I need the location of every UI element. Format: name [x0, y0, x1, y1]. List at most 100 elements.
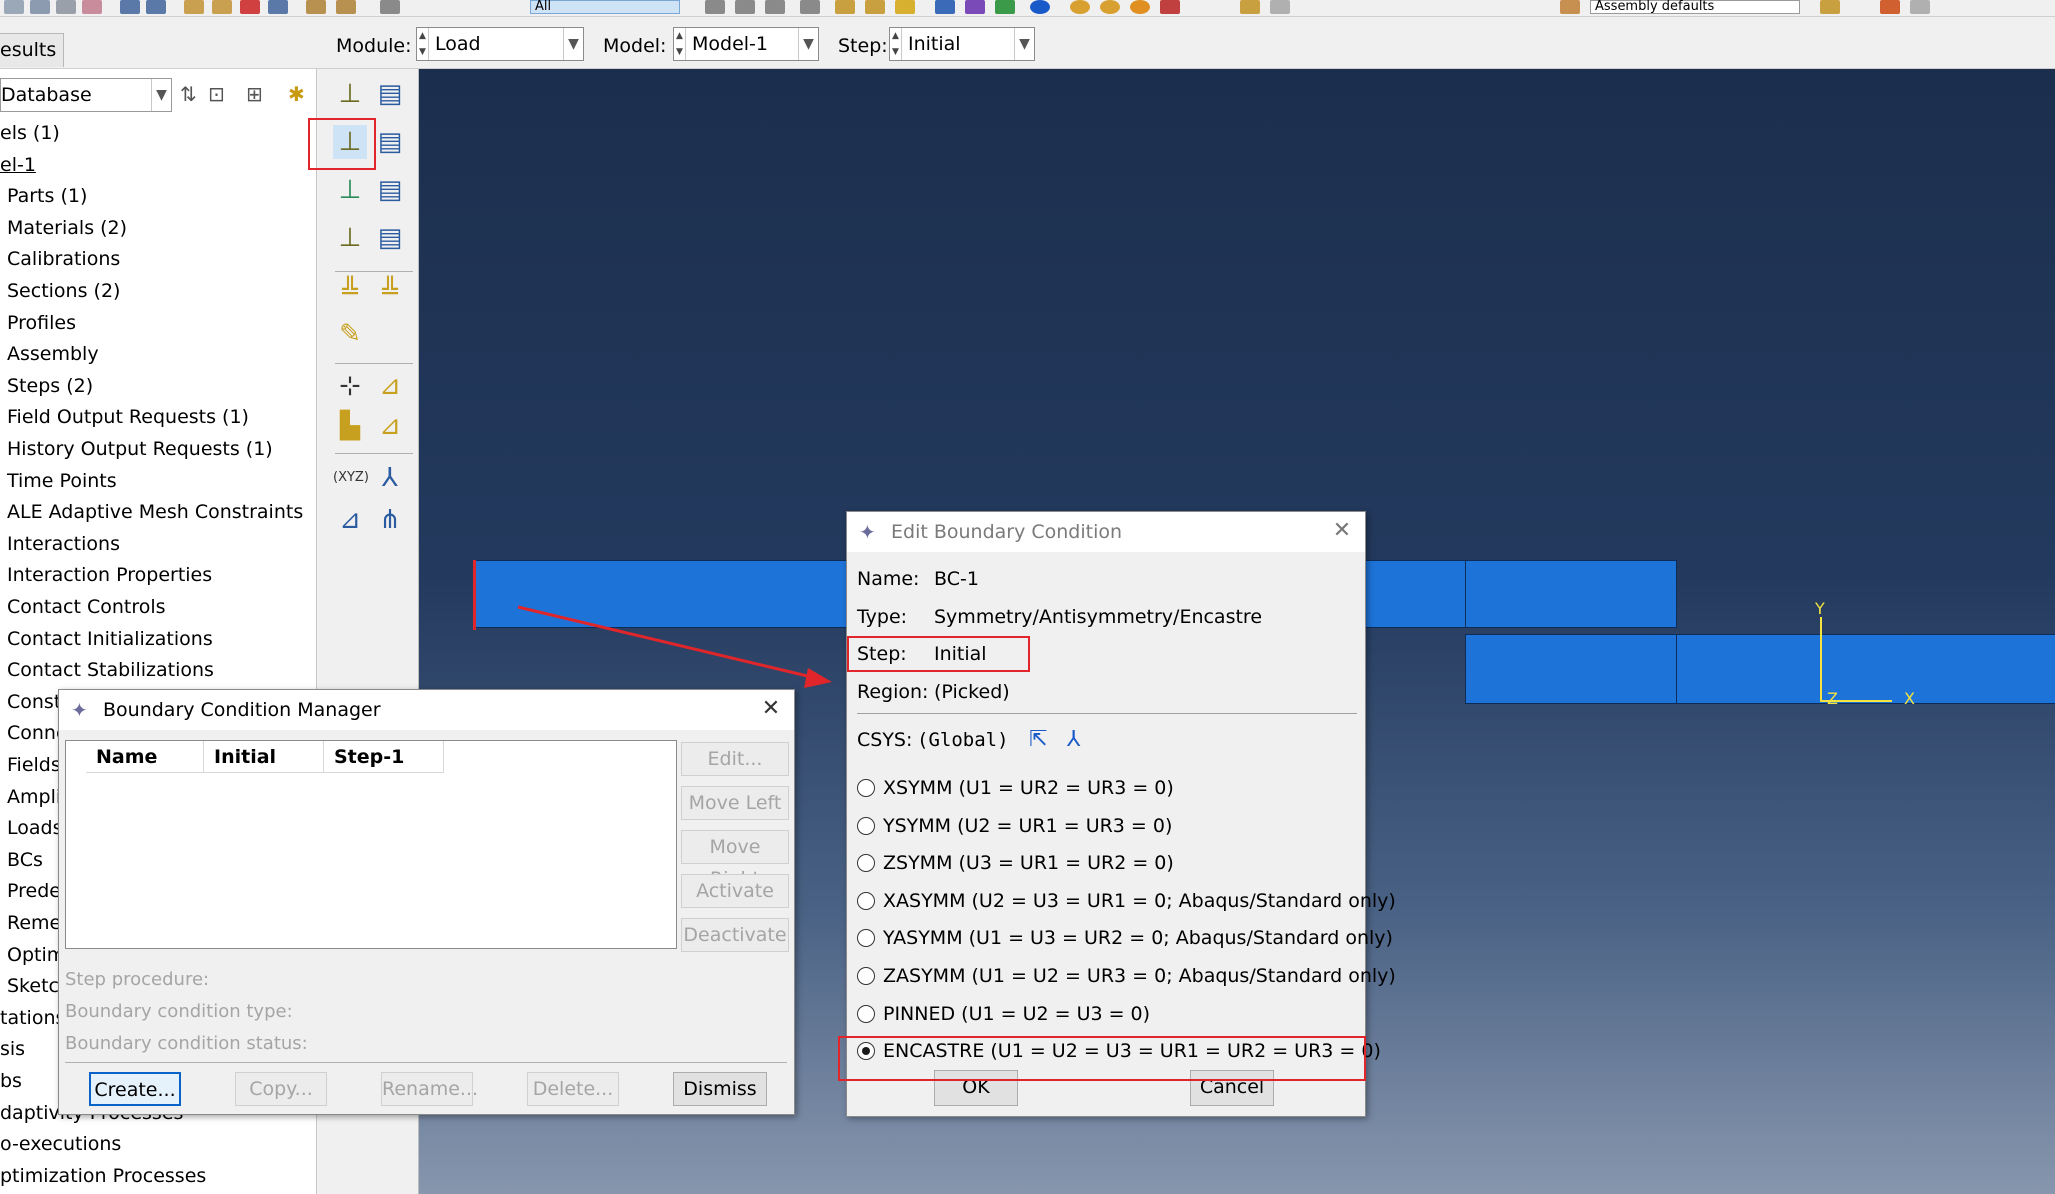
tree-item[interactable]: Contact Initializations [7, 626, 213, 652]
query-point-icon[interactable]: ⊹ [333, 369, 367, 403]
layout-icon[interactable] [1240, 0, 1260, 14]
tree-item[interactable]: Sections (2) [7, 278, 120, 304]
radio-icon[interactable] [857, 1004, 875, 1023]
tree-item[interactable]: Const [7, 689, 61, 715]
sphere-fill-icon[interactable] [1130, 0, 1150, 14]
zoom-icon[interactable] [184, 0, 204, 14]
database-open-icon[interactable] [82, 0, 102, 14]
chevron-down-icon[interactable]: ▼ [563, 28, 583, 60]
radio-icon[interactable] [857, 929, 875, 948]
replace-icon[interactable] [705, 0, 725, 14]
tree-item[interactable]: Reme [7, 910, 61, 936]
tree-item[interactable]: els (1) [0, 120, 60, 146]
tree-item[interactable]: Interactions [7, 531, 120, 557]
copy-button[interactable]: Copy... [235, 1072, 327, 1106]
print-icon[interactable] [30, 0, 50, 14]
tree-item[interactable]: Fields [7, 752, 61, 778]
arrow-query-icon[interactable] [1160, 0, 1180, 14]
radio-icon[interactable] [857, 816, 875, 835]
tree-item[interactable]: Ampli [7, 784, 61, 810]
bc-manager-icon[interactable]: ▤ [373, 125, 407, 159]
tree-item[interactable]: Assembly [7, 341, 99, 367]
col-step1[interactable]: Step-1 [324, 741, 444, 773]
create-button[interactable]: Create... [89, 1072, 181, 1106]
tree-item[interactable]: ptimization Processes [0, 1163, 206, 1189]
create-load-case-icon[interactable]: ⊥ [333, 221, 367, 255]
query-icon[interactable] [800, 0, 820, 14]
field-manager-icon[interactable]: ╩ [373, 275, 407, 309]
info-icon[interactable] [1030, 0, 1050, 14]
spin-icon[interactable]: ▲ ▼ [674, 28, 686, 60]
tree-item[interactable]: History Output Requests (1) [7, 436, 273, 462]
activate-button[interactable]: Activate [681, 874, 789, 908]
tree-item[interactable]: bs [0, 1068, 22, 1094]
datum-csys-icon[interactable]: ⋔ [373, 503, 407, 537]
filter-icon[interactable]: ⊡ [208, 81, 225, 107]
sphere-outline-icon[interactable] [1100, 0, 1120, 14]
tree-item[interactable]: Steps (2) [7, 373, 93, 399]
sort-icon[interactable]: ⇅ [180, 81, 197, 107]
view-icon[interactable] [306, 0, 326, 14]
chevron-down-icon[interactable]: ▼ [151, 79, 171, 111]
datum-plane-icon[interactable]: ⊿ [333, 503, 367, 537]
selection-filter-combo[interactable]: All [530, 0, 680, 14]
edit-bc-titlebar[interactable]: ✦ Edit Boundary Condition [847, 512, 1365, 552]
tree-item[interactable]: el-1 [0, 152, 36, 178]
tree-item[interactable]: Time Points [7, 468, 117, 494]
radio-icon[interactable] [857, 891, 875, 910]
color-code-icon[interactable] [1820, 0, 1840, 14]
create-load-icon[interactable]: ⊥ [333, 77, 367, 111]
bc-type-option[interactable]: PINNED (U1 = U2 = U3 = 0) [857, 999, 1150, 1029]
create-predefined-field-icon[interactable]: ⊥ [333, 173, 367, 207]
move-left-button[interactable]: Move Left [681, 786, 789, 820]
move-right-button[interactable]: Move Right [681, 830, 789, 890]
tab-results[interactable]: esults [0, 33, 64, 67]
module-combo[interactable]: ▲ ▼ Load ▼ [416, 27, 584, 61]
select-csys-icon[interactable]: ⇱ [1029, 727, 1047, 753]
view-options-icon[interactable] [336, 0, 356, 14]
spin-icon[interactable]: ▲ ▼ [890, 28, 902, 60]
tree-item[interactable]: Parts (1) [7, 183, 87, 209]
database-combo[interactable]: Database ▼ [0, 78, 172, 112]
tree-item[interactable]: Materials (2) [7, 215, 127, 241]
select-icon[interactable] [380, 0, 400, 14]
tree-item[interactable]: Profiles [7, 310, 76, 336]
new-model-icon[interactable] [4, 0, 24, 14]
remove-icon[interactable] [735, 0, 755, 14]
surface-manager-icon[interactable]: ⊿ [373, 409, 407, 443]
chevron-down-icon[interactable]: ▼ [798, 28, 818, 60]
bc-type-option[interactable]: ZASYMM (U1 = U2 = UR3 = 0; Abaqus/Standa… [857, 961, 1396, 991]
pan-icon[interactable] [120, 0, 140, 14]
tree-item[interactable]: Optim [7, 942, 65, 968]
chevron-down-icon[interactable]: ▼ [1014, 28, 1034, 60]
bc-type-option[interactable]: XSYMM (U1 = UR2 = UR3 = 0) [857, 773, 1174, 803]
bc-manager-titlebar[interactable]: ✦ Boundary Condition Manager [59, 690, 794, 730]
part-lower-plate[interactable] [1676, 634, 2055, 704]
bc-type-option[interactable]: YSYMM (U2 = UR1 = UR3 = 0) [857, 811, 1172, 841]
radio-icon[interactable] [857, 779, 875, 797]
close-icon[interactable]: ✕ [1327, 516, 1357, 546]
cube-edge-icon[interactable] [865, 0, 885, 14]
mesh-green-icon[interactable] [995, 0, 1015, 14]
fit-view-icon[interactable] [240, 0, 260, 14]
display-group-icon[interactable] [1880, 0, 1900, 14]
display-table-icon[interactable] [1910, 0, 1930, 14]
dismiss-button[interactable]: Dismiss [673, 1072, 767, 1106]
tree-item[interactable]: Loads [7, 815, 62, 841]
set-icon[interactable]: ⊿ [373, 369, 407, 403]
render-icon[interactable] [1560, 0, 1580, 14]
predefined-field-manager-icon[interactable]: ▤ [373, 173, 407, 207]
load-manager-icon[interactable]: ▤ [373, 77, 407, 111]
delete-button[interactable]: Delete... [527, 1072, 619, 1106]
deactivate-button[interactable]: Deactivate [681, 918, 789, 952]
cube-fill-icon[interactable] [895, 0, 915, 14]
part-upper-block[interactable] [1465, 560, 1677, 628]
tree-item[interactable]: Calibrations [7, 246, 120, 272]
radio-icon[interactable] [857, 854, 875, 873]
model-combo[interactable]: ▲ ▼ Model-1 ▼ [673, 27, 819, 61]
col-initial[interactable]: Initial [204, 741, 324, 773]
tree-item[interactable]: Contact Stabilizations [7, 657, 214, 683]
cycle-views-icon[interactable] [268, 0, 288, 14]
layout-grid-icon[interactable] [1270, 0, 1290, 14]
database-icon[interactable] [56, 0, 76, 14]
